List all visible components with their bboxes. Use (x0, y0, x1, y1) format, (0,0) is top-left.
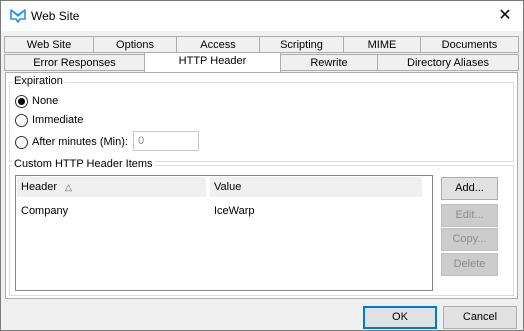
edit-button[interactable]: Edit... (441, 204, 498, 227)
column-header-header[interactable]: Header △ (17, 177, 206, 197)
tab-directory-aliases[interactable]: Directory Aliases (377, 54, 519, 71)
http-header-panel: Expiration None Immediate After minutes … (5, 72, 518, 299)
close-icon[interactable]: ✕ (493, 4, 517, 28)
tab-mime[interactable]: MIME (343, 36, 421, 53)
title-bar: Web Site ✕ (1, 1, 523, 31)
headers-list[interactable]: Header △ Value Company IceWarp (15, 175, 433, 291)
radio-none[interactable]: None (15, 94, 135, 110)
column-header-value[interactable]: Value (210, 177, 422, 197)
row-value-cell[interactable]: IceWarp (214, 203, 255, 219)
cancel-button[interactable]: Cancel (443, 306, 517, 329)
radio-immediate-label: Immediate (32, 114, 84, 126)
radio-after-minutes-label: After minutes (Min): (32, 136, 128, 148)
tab-http-header[interactable]: HTTP Header (144, 52, 281, 72)
minutes-input[interactable]: 0 (133, 131, 199, 151)
dialog-window: Web Site ✕ Web Site Options Access Scrip… (0, 0, 524, 331)
tab-rewrite[interactable]: Rewrite (280, 54, 378, 71)
radio-immediate[interactable]: Immediate (15, 113, 135, 129)
column-header-label: Header (21, 181, 58, 193)
sort-ascending-icon: △ (65, 182, 72, 192)
icewarp-webserver-icon (10, 9, 26, 23)
radio-none-label: None (32, 95, 59, 107)
custom-headers-legend: Custom HTTP Header Items (12, 158, 155, 170)
expiration-legend: Expiration (12, 75, 65, 87)
copy-button[interactable]: Copy... (441, 228, 498, 251)
tab-error-responses[interactable]: Error Responses (4, 54, 145, 71)
tab-web-site[interactable]: Web Site (4, 36, 94, 53)
row-header-cell[interactable]: Company (21, 203, 68, 219)
radio-button[interactable] (15, 136, 28, 149)
radio-button-checked[interactable] (15, 95, 28, 108)
delete-button[interactable]: Delete (441, 253, 498, 276)
tab-options[interactable]: Options (93, 36, 177, 53)
ok-button[interactable]: OK (363, 306, 437, 329)
tab-documents[interactable]: Documents (420, 36, 519, 53)
add-button[interactable]: Add... (441, 177, 498, 200)
tab-access[interactable]: Access (176, 36, 260, 53)
radio-after-minutes[interactable]: After minutes (Min): (15, 135, 135, 151)
radio-button[interactable] (15, 114, 28, 127)
tab-scripting[interactable]: Scripting (259, 36, 344, 53)
window-title: Web Site (31, 9, 80, 23)
